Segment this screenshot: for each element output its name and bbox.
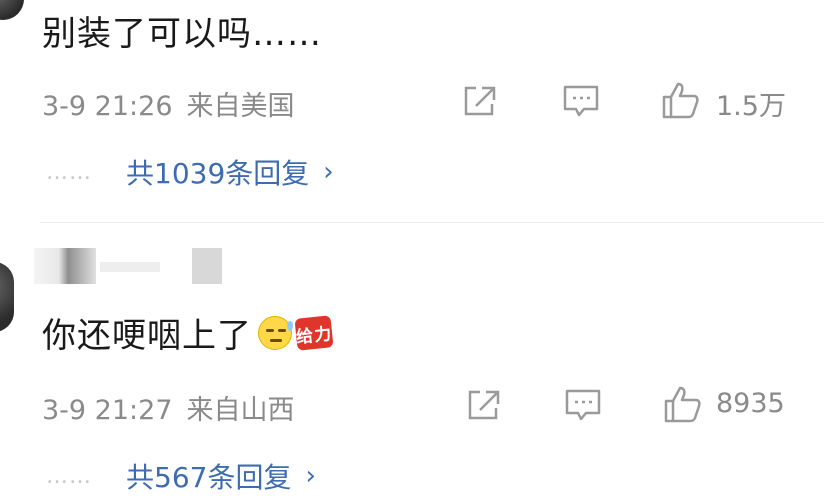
comment-meta: 3-9 21:27 来自山西 — [42, 388, 295, 427]
sticker-text: 给力 — [295, 323, 334, 347]
divider — [40, 222, 824, 223]
like-count: 8935 — [716, 388, 785, 419]
comment-text: 别装了可以吗…… — [42, 14, 322, 54]
comment-meta: 3-9 21:26 来自美国 — [42, 84, 295, 123]
view-replies-link[interactable]: …… 共1039条回复 › — [46, 152, 334, 192]
username-redacted — [192, 248, 222, 284]
thumbs-up-icon[interactable] — [662, 384, 702, 424]
replies-label: 共1039条回复 — [126, 157, 310, 190]
replies-dots: …… — [46, 463, 92, 489]
chevron-right-icon: › — [323, 157, 334, 187]
thumbs-up-icon[interactable] — [660, 80, 700, 120]
comment-location: 来自山西 — [186, 395, 295, 426]
sticker-gei-li: 给力 — [294, 314, 334, 351]
view-replies-link[interactable]: …… 共567条回复 › — [46, 456, 316, 496]
replies-dots: …… — [46, 159, 92, 185]
avatar[interactable] — [0, 262, 14, 332]
comment-text-row: 你还哽咽上了 给力 — [42, 308, 334, 357]
chevron-right-icon: › — [305, 461, 316, 491]
replies-label: 共567条回复 — [126, 461, 292, 494]
avatar[interactable] — [0, 0, 24, 20]
username-redacted — [100, 262, 160, 272]
comment-location: 来自美国 — [186, 91, 295, 122]
comment-time: 3-9 21:26 — [42, 91, 173, 122]
comment-icon[interactable] — [564, 388, 602, 424]
comment-text: 你还哽咽上了 — [42, 316, 252, 356]
comment-feed: 别装了可以吗…… 3-9 21:26 来自美国 1.5万 …… 共1039条回复 … — [0, 0, 824, 502]
share-icon[interactable] — [462, 84, 498, 118]
like-count: 1.5万 — [716, 91, 786, 122]
share-icon[interactable] — [466, 388, 502, 422]
comment-time: 3-9 21:27 — [42, 395, 173, 426]
username-redacted — [34, 248, 96, 284]
comment-icon[interactable] — [562, 84, 600, 120]
sweat-face-icon — [258, 315, 293, 350]
